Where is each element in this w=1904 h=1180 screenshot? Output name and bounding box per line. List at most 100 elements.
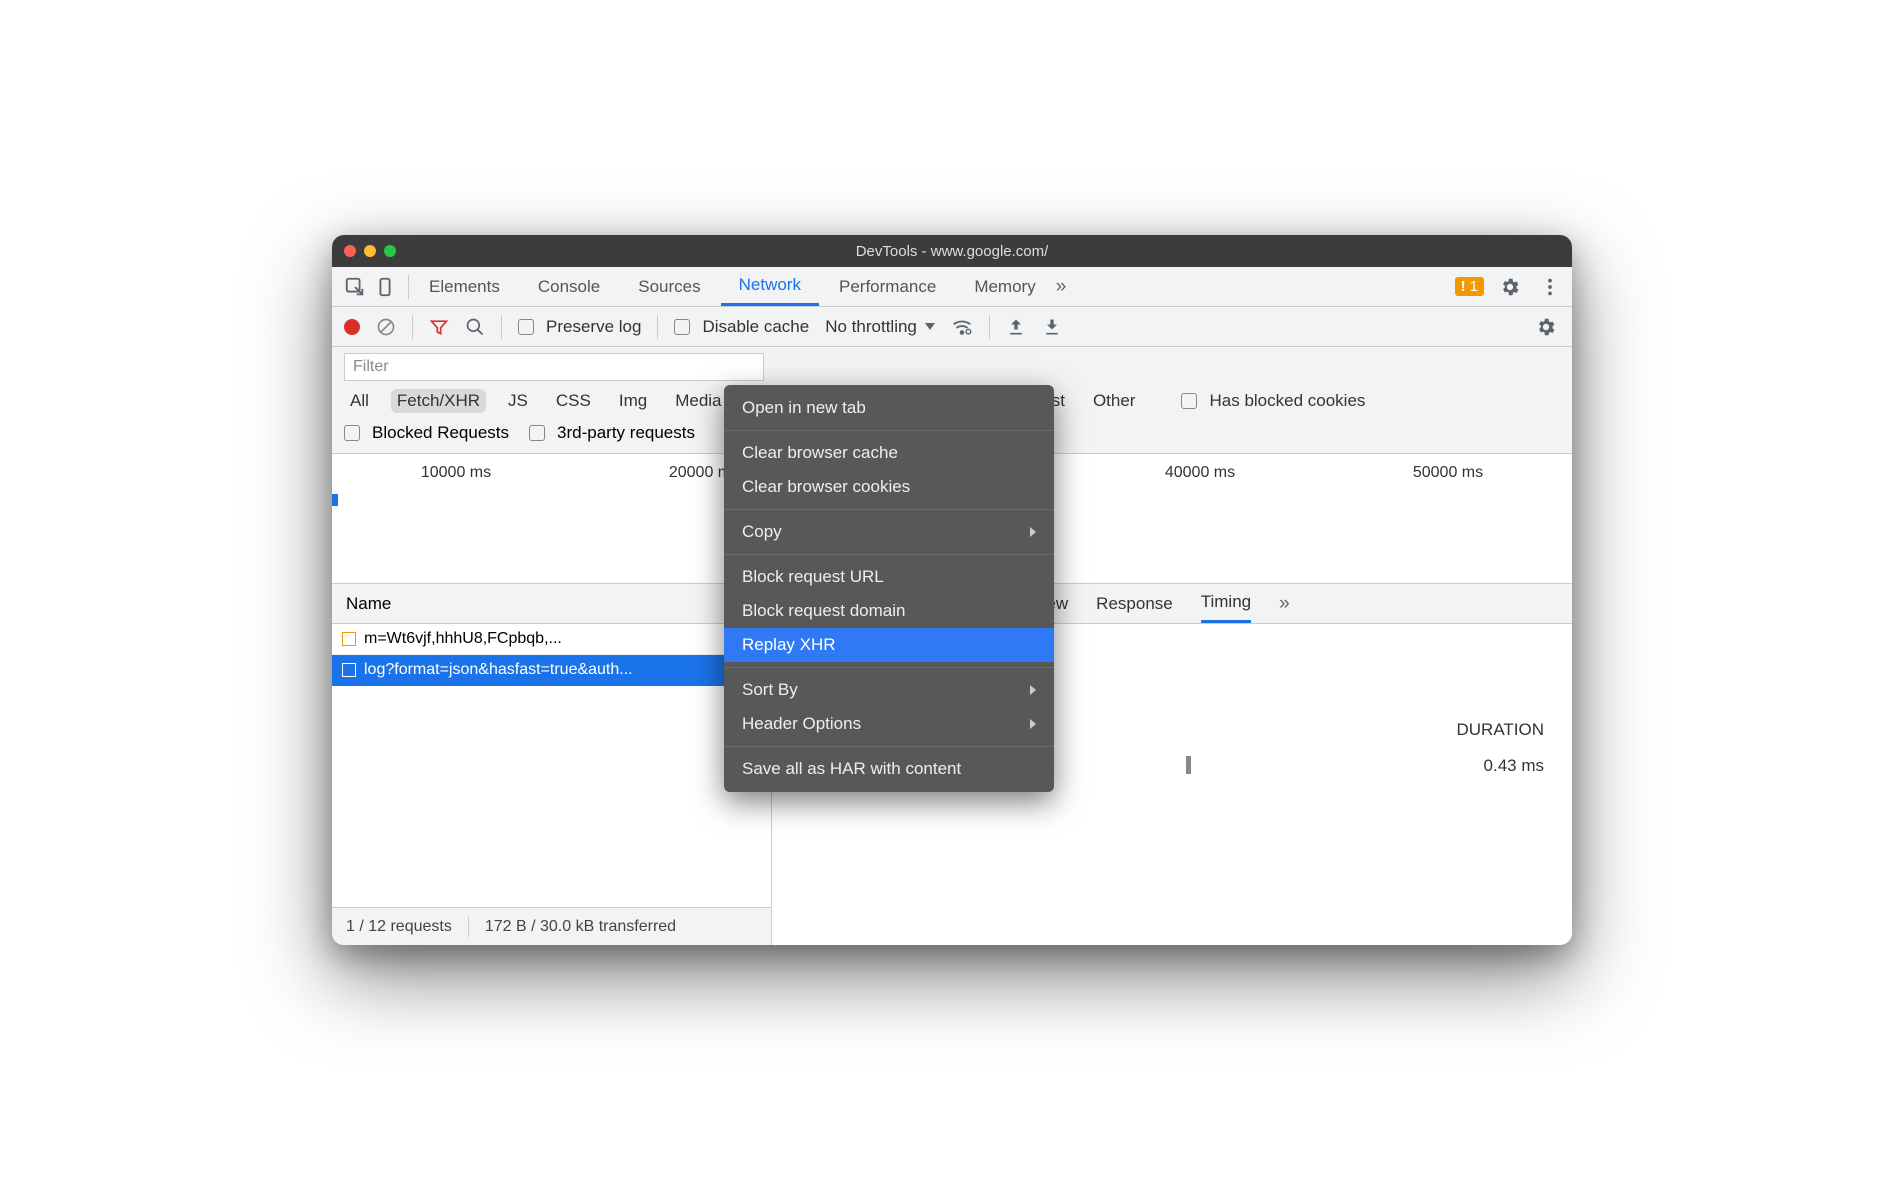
- filter-type-media[interactable]: Media: [669, 389, 727, 413]
- divider: [724, 746, 1054, 747]
- chevron-right-icon: [1030, 527, 1036, 537]
- divider: [989, 315, 990, 339]
- disable-cache-label: Disable cache: [702, 317, 809, 337]
- request-row[interactable]: m=Wt6vjf,hhhU8,FCpbqb,...: [332, 624, 771, 655]
- time-mark: 10000 ms: [332, 464, 580, 482]
- has-blocked-cookies-label: Has blocked cookies: [1209, 391, 1365, 411]
- throttling-dropdown[interactable]: No throttling: [825, 317, 935, 337]
- issues-badge[interactable]: ! 1: [1455, 277, 1484, 296]
- ctx-header-options[interactable]: Header Options: [724, 707, 1054, 741]
- checkbox-icon: [529, 425, 545, 441]
- divider: [408, 275, 409, 299]
- divider: [724, 554, 1054, 555]
- ctx-copy[interactable]: Copy: [724, 515, 1054, 549]
- request-type-icon: [342, 663, 356, 677]
- timeline-marker: [332, 494, 338, 506]
- tab-network[interactable]: Network: [721, 267, 819, 306]
- request-type-icon: [342, 632, 356, 646]
- tab-timing[interactable]: Timing: [1201, 584, 1251, 623]
- timing-bar: [1186, 756, 1191, 774]
- ctx-replay-xhr[interactable]: Replay XHR: [724, 628, 1054, 662]
- filter-type-js[interactable]: JS: [502, 389, 534, 413]
- kebab-menu-icon[interactable]: [1536, 273, 1564, 301]
- network-conditions-icon[interactable]: [951, 316, 973, 338]
- checkbox-icon: [1181, 393, 1197, 409]
- more-tabs-icon[interactable]: »: [1056, 276, 1067, 298]
- tab-performance[interactable]: Performance: [821, 267, 954, 306]
- warning-icon: !: [1461, 278, 1466, 295]
- device-toggle-icon[interactable]: [374, 276, 396, 298]
- tab-console[interactable]: Console: [520, 267, 618, 306]
- blocked-requests-label: Blocked Requests: [372, 423, 509, 443]
- network-toolbar: Preserve log Disable cache No throttling: [332, 307, 1572, 347]
- filter-type-img[interactable]: Img: [613, 389, 653, 413]
- status-footer: 1 / 12 requests 172 B / 30.0 kB transfer…: [332, 907, 771, 945]
- throttling-label: No throttling: [825, 317, 917, 337]
- preserve-log-checkbox[interactable]: Preserve log: [518, 317, 641, 337]
- time-mark: 40000 ms: [1076, 464, 1324, 482]
- more-detail-tabs-icon[interactable]: »: [1279, 593, 1290, 615]
- ctx-open-new-tab[interactable]: Open in new tab: [724, 391, 1054, 425]
- ctx-sort-by[interactable]: Sort By: [724, 673, 1054, 707]
- ctx-block-domain[interactable]: Block request domain: [724, 594, 1054, 628]
- filter-input[interactable]: Filter: [344, 353, 764, 381]
- upload-har-icon[interactable]: [1006, 317, 1026, 337]
- request-list: m=Wt6vjf,hhhU8,FCpbqb,... log?format=jso…: [332, 624, 771, 907]
- filter-type-fetch-xhr[interactable]: Fetch/XHR: [391, 389, 486, 413]
- disable-cache-checkbox[interactable]: Disable cache: [674, 317, 809, 337]
- filter-type-all[interactable]: All: [344, 389, 375, 413]
- has-blocked-cookies-checkbox[interactable]: Has blocked cookies: [1181, 391, 1365, 411]
- tab-response[interactable]: Response: [1096, 584, 1173, 623]
- minimize-window-button[interactable]: [364, 245, 376, 257]
- ctx-save-har[interactable]: Save all as HAR with content: [724, 752, 1054, 786]
- search-icon[interactable]: [465, 317, 485, 337]
- requests-pane: Name m=Wt6vjf,hhhU8,FCpbqb,... log?forma…: [332, 584, 772, 945]
- divider: [468, 917, 469, 937]
- inspect-element-icon[interactable]: [344, 276, 366, 298]
- filter-icon[interactable]: [429, 317, 449, 337]
- divider: [412, 315, 413, 339]
- clear-icon[interactable]: [376, 317, 396, 337]
- tab-sources[interactable]: Sources: [620, 267, 718, 306]
- divider: [657, 315, 658, 339]
- filter-type-css[interactable]: CSS: [550, 389, 597, 413]
- duration-header: DURATION: [1456, 720, 1544, 740]
- settings-icon[interactable]: [1496, 273, 1524, 301]
- devtools-window: DevTools - www.google.com/ Elements Cons…: [332, 235, 1572, 945]
- record-button[interactable]: [344, 319, 360, 335]
- checkbox-icon: [344, 425, 360, 441]
- ctx-clear-cache[interactable]: Clear browser cache: [724, 436, 1054, 470]
- request-name: log?format=json&hasfast=true&auth...: [364, 661, 633, 679]
- tab-elements[interactable]: Elements: [411, 267, 518, 306]
- chevron-right-icon: [1030, 685, 1036, 695]
- ctx-clear-cookies[interactable]: Clear browser cookies: [724, 470, 1054, 504]
- divider: [724, 430, 1054, 431]
- ctx-block-url[interactable]: Block request URL: [724, 560, 1054, 594]
- download-har-icon[interactable]: [1042, 317, 1062, 337]
- blocked-requests-checkbox[interactable]: Blocked Requests: [344, 423, 509, 443]
- close-window-button[interactable]: [344, 245, 356, 257]
- context-menu: Open in new tab Clear browser cache Clea…: [724, 385, 1054, 792]
- maximize-window-button[interactable]: [384, 245, 396, 257]
- time-mark: 50000 ms: [1324, 464, 1572, 482]
- name-column-header[interactable]: Name: [332, 584, 771, 624]
- requests-count: 1 / 12 requests: [346, 918, 452, 936]
- chevron-down-icon: [925, 323, 935, 330]
- request-name: m=Wt6vjf,hhhU8,FCpbqb,...: [364, 630, 562, 648]
- traffic-lights: [344, 245, 396, 257]
- queueing-value: 0.43 ms: [1484, 756, 1544, 776]
- settings-icon[interactable]: [1532, 313, 1560, 341]
- transferred-size: 172 B / 30.0 kB transferred: [485, 918, 676, 936]
- third-party-checkbox[interactable]: 3rd-party requests: [529, 423, 695, 443]
- divider: [501, 315, 502, 339]
- window-title: DevTools - www.google.com/: [856, 243, 1049, 260]
- filter-type-other[interactable]: Other: [1087, 389, 1142, 413]
- titlebar: DevTools - www.google.com/: [332, 235, 1572, 267]
- third-party-label: 3rd-party requests: [557, 423, 695, 443]
- request-row[interactable]: log?format=json&hasfast=true&auth...: [332, 655, 771, 686]
- tab-memory[interactable]: Memory: [956, 267, 1053, 306]
- panel-tabs: Elements Console Sources Network Perform…: [332, 267, 1572, 307]
- divider: [724, 509, 1054, 510]
- chevron-right-icon: [1030, 719, 1036, 729]
- checkbox-icon: [518, 319, 534, 335]
